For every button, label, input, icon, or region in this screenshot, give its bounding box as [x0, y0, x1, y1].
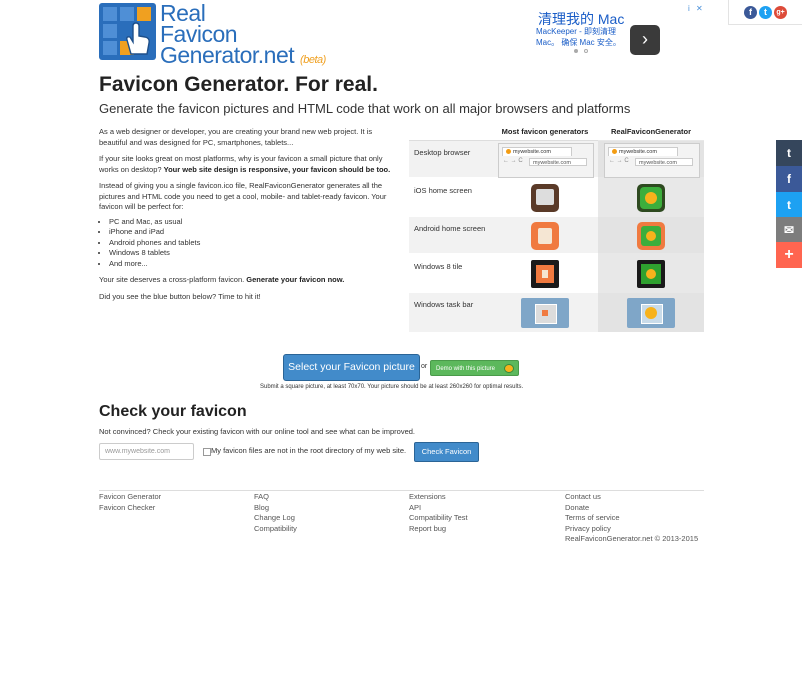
root-directory-checkbox[interactable]	[203, 448, 211, 456]
logo-icon[interactable]	[99, 3, 156, 60]
tumblr-icon[interactable]: t	[776, 140, 802, 166]
demo-picture-button[interactable]: Demo with this picture	[430, 360, 519, 376]
logo-line-3-text: Generator.net	[160, 42, 295, 68]
browser-url: mywebsite.com	[529, 158, 587, 166]
ios-icon-most	[531, 184, 559, 212]
footer-column-2: FAQ Blog Change Log Compatibility	[254, 492, 297, 534]
row-label-ios: iOS home screen	[414, 186, 472, 195]
desktop-preview-most: mywebsite.com ← → C mywebsite.com	[498, 143, 594, 178]
intro-paragraph-4: Your site deserves a cross-platform favi…	[99, 275, 399, 286]
email-share-icon[interactable]: ✉	[776, 217, 802, 243]
copyright: RealFaviconGenerator.net © 2013-2015	[565, 534, 699, 543]
check-title: Check your favicon	[99, 403, 247, 420]
intro-paragraph-3: Instead of giving you a single favicon.i…	[99, 181, 387, 211]
top-social-bar: f t g+	[728, 0, 802, 25]
google-plus-icon[interactable]: g+	[774, 6, 787, 19]
or-label: or	[421, 363, 428, 370]
twitter-share-icon[interactable]: t	[776, 192, 802, 218]
intro-paragraph-5: Did you see the blue button below? Time …	[99, 291, 261, 301]
ad-dot[interactable]	[584, 49, 588, 53]
footer-link[interactable]: FAQ	[254, 492, 297, 503]
list-item: Android phones and tablets	[109, 238, 399, 249]
intro-paragraph-2: If your site looks great on most platfor…	[99, 154, 399, 175]
checkbox-label[interactable]: My favicon files are not in the root dir…	[211, 446, 406, 457]
demo-button-label: Demo with this picture	[436, 366, 496, 372]
p4-normal: Your site deserves a cross-platform favi…	[99, 275, 247, 285]
check-description: Not convinced? Check your existing favic…	[99, 427, 416, 436]
row-label-desktop: Desktop browser	[414, 148, 471, 157]
win8-tile-rfg	[637, 260, 665, 288]
footer-link[interactable]: Contact us	[565, 492, 698, 503]
footer-link[interactable]: Blog	[254, 503, 297, 514]
more-share-icon[interactable]: +	[776, 242, 802, 268]
logo-text[interactable]: Real Favicon Generator.net (beta)	[160, 2, 326, 71]
platform-list: PC and Mac, as usual iPhone and iPad And…	[99, 217, 399, 270]
ad-choices-icon[interactable]: i	[688, 4, 690, 13]
row-label-windows8: Windows 8 tile	[414, 262, 463, 271]
footer-column-1: Favicon Generator Favicon Checker	[99, 492, 161, 513]
android-icon-rfg	[637, 222, 665, 250]
desktop-preview-rfg: mywebsite.com ← → C mywebsite.com	[604, 143, 700, 178]
favicon-dot-icon	[506, 149, 511, 155]
footer-column-3: Extensions API Compatibility Test Report…	[409, 492, 468, 534]
list-item: Windows 8 tablets	[109, 248, 399, 259]
footer-link[interactable]: Report bug	[409, 524, 468, 535]
browser-nav-icons: ← → C	[503, 158, 523, 164]
column-header-most: Most favicon generators	[501, 127, 589, 136]
page-subtitle: Generate the favicon pictures and HTML c…	[99, 101, 631, 116]
footer-link[interactable]: Favicon Checker	[99, 503, 161, 514]
footer-link[interactable]: Privacy policy	[565, 524, 698, 535]
ad-arrow-button[interactable]: ›	[630, 25, 660, 55]
p4-bold: Generate your favicon now.	[246, 275, 345, 285]
upload-note: Submit a square picture, at least 70x70.…	[260, 384, 524, 390]
row-label-android: Android home screen	[414, 224, 486, 233]
list-item: PC and Mac, as usual	[109, 217, 399, 228]
twitter-icon[interactable]: t	[759, 6, 772, 19]
browser-tab: mywebsite.com	[502, 147, 572, 156]
footer-link[interactable]: Favicon Generator	[99, 492, 161, 503]
ad-line-2: Mac。 确保 Mac 安全。	[536, 38, 621, 47]
footer-link[interactable]: Compatibility Test	[409, 513, 468, 524]
intro-text: As a web designer or developer, you are …	[99, 127, 399, 302]
demo-thumbnail-icon	[504, 364, 514, 373]
ad-text: MacKeeper - 即刻清理 Mac。 确保 Mac 安全。	[536, 26, 621, 48]
footer-link[interactable]: Terms of service	[565, 513, 698, 524]
facebook-icon[interactable]: f	[744, 6, 757, 19]
ad-line-1: MacKeeper - 即刻清理	[536, 27, 617, 36]
browser-tab-text: mywebsite.com	[513, 149, 551, 155]
intro-paragraph-1: As a web designer or developer, you are …	[99, 127, 373, 147]
footer-link[interactable]: Change Log	[254, 513, 297, 524]
browser-url: mywebsite.com	[635, 158, 693, 166]
footer-link[interactable]: Compatibility	[254, 524, 297, 535]
android-icon-most	[531, 222, 559, 250]
ad-dot-active[interactable]	[574, 49, 578, 53]
footer-link[interactable]: Extensions	[409, 492, 468, 503]
footer-link[interactable]: API	[409, 503, 468, 514]
ios-icon-rfg	[637, 184, 665, 212]
ad-banner[interactable]: 清理我的 Mac MacKeeper - 即刻清理 Mac。 确保 Mac 安全…	[536, 4, 706, 56]
list-item: And more...	[109, 259, 399, 270]
browser-tab-text: mywebsite.com	[619, 149, 657, 155]
browser-tab: mywebsite.com	[608, 147, 678, 156]
row-label-taskbar: Windows task bar	[414, 300, 474, 309]
column-header-rfg: RealFaviconGenerator	[610, 127, 692, 136]
taskbar-preview-most	[521, 298, 569, 328]
taskbar-preview-rfg	[627, 298, 675, 328]
favicon-dot-icon	[612, 149, 617, 155]
facebook-share-icon[interactable]: f	[776, 166, 802, 192]
footer-divider	[99, 490, 704, 491]
select-favicon-button[interactable]: Select your Favicon picture	[283, 354, 420, 381]
footer-column-4: Contact us Donate Terms of service Priva…	[565, 492, 698, 545]
logo-line-3: Generator.net (beta)	[160, 42, 326, 71]
ad-close-icon[interactable]: ✕	[696, 4, 703, 13]
check-favicon-button[interactable]: Check Favicon	[414, 442, 479, 462]
website-url-input[interactable]	[99, 443, 194, 460]
browser-nav-icons: ← → C	[609, 158, 629, 164]
win8-tile-most	[531, 260, 559, 288]
beta-badge: (beta)	[300, 54, 326, 66]
footer-link[interactable]: Donate	[565, 503, 698, 514]
page-title: Favicon Generator. For real.	[99, 73, 378, 96]
list-item: iPhone and iPad	[109, 227, 399, 238]
p2-bold: Your web site design is responsive, your…	[163, 164, 391, 174]
